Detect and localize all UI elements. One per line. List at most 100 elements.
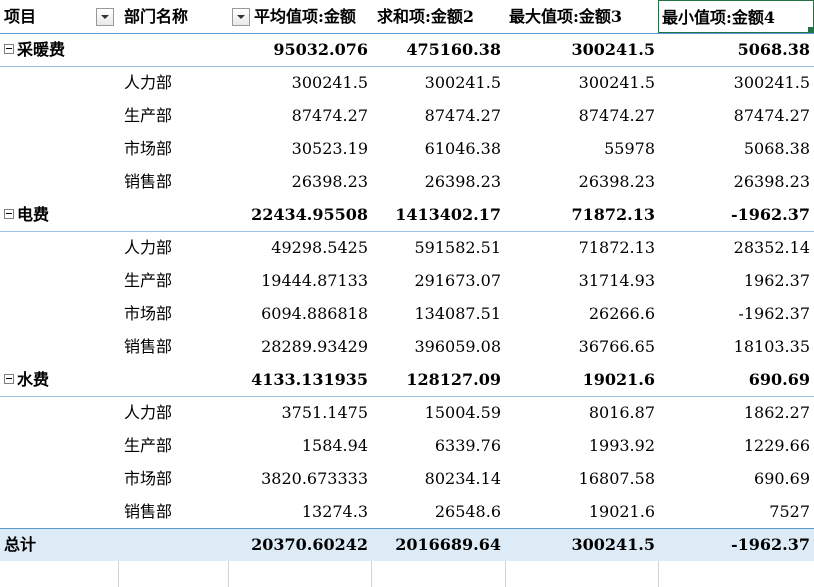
item-cell[interactable] — [0, 396, 118, 429]
header-sum[interactable]: 求和项:金额2 — [371, 0, 505, 33]
min-cell[interactable]: 1229.66 — [658, 429, 814, 462]
min-cell[interactable]: 690.69 — [658, 462, 814, 495]
item-cell[interactable] — [0, 99, 118, 132]
min-cell[interactable]: 7527 — [658, 495, 814, 528]
dept-cell[interactable]: 市场部 — [118, 132, 228, 165]
sum-cell[interactable]: 26548.6 — [371, 495, 505, 528]
item-cell[interactable] — [0, 495, 118, 528]
avg-cell[interactable]: 6094.886818 — [228, 297, 371, 330]
avg-cell[interactable]: 49298.5425 — [228, 231, 371, 264]
item-cell[interactable]: 采暖费 — [0, 33, 118, 66]
dept-cell[interactable]: 人力部 — [118, 66, 228, 99]
sum-cell[interactable]: 396059.08 — [371, 330, 505, 363]
avg-cell[interactable]: 13274.3 — [228, 495, 371, 528]
dept-cell[interactable]: 市场部 — [118, 462, 228, 495]
dept-cell[interactable]: 人力部 — [118, 231, 228, 264]
dept-cell[interactable]: 生产部 — [118, 429, 228, 462]
dept-cell[interactable] — [118, 363, 228, 396]
min-cell[interactable]: 87474.27 — [658, 99, 814, 132]
sum-cell[interactable]: 26398.23 — [371, 165, 505, 198]
avg-cell[interactable]: 3820.673333 — [228, 462, 371, 495]
dept-cell[interactable]: 销售部 — [118, 165, 228, 198]
item-cell[interactable] — [0, 231, 118, 264]
avg-cell[interactable]: 28289.93429 — [228, 330, 371, 363]
dept-cell[interactable] — [118, 198, 228, 231]
total-max[interactable]: 300241.5 — [505, 528, 658, 561]
total-sum[interactable]: 2016689.64 — [371, 528, 505, 561]
sum-cell[interactable]: 134087.51 — [371, 297, 505, 330]
sum-cell[interactable]: 591582.51 — [371, 231, 505, 264]
total-min[interactable]: -1962.37 — [658, 528, 814, 561]
filter-dropdown-icon-item[interactable] — [96, 8, 114, 26]
item-cell[interactable]: 水费 — [0, 363, 118, 396]
item-cell[interactable] — [0, 264, 118, 297]
item-cell[interactable] — [0, 330, 118, 363]
max-cell[interactable]: 87474.27 — [505, 99, 658, 132]
min-cell[interactable]: 300241.5 — [658, 66, 814, 99]
avg-cell[interactable]: 22434.95508 — [228, 198, 371, 231]
min-cell[interactable]: 5068.38 — [658, 132, 814, 165]
header-max[interactable]: 最大值项:金额3 — [505, 0, 658, 33]
max-cell[interactable]: 36766.65 — [505, 330, 658, 363]
sum-cell[interactable]: 128127.09 — [371, 363, 505, 396]
avg-cell[interactable]: 19444.87133 — [228, 264, 371, 297]
avg-cell[interactable]: 87474.27 — [228, 99, 371, 132]
sum-cell[interactable]: 1413402.17 — [371, 198, 505, 231]
sum-cell[interactable]: 87474.27 — [371, 99, 505, 132]
dept-cell[interactable]: 人力部 — [118, 396, 228, 429]
min-cell[interactable]: 18103.35 — [658, 330, 814, 363]
collapse-toggle-icon[interactable] — [4, 43, 14, 54]
collapse-toggle-icon[interactable] — [4, 373, 14, 384]
filter-dropdown-icon-dept[interactable] — [232, 7, 250, 26]
min-cell[interactable]: 690.69 — [658, 363, 814, 396]
header-avg[interactable]: 平均值项:金额 — [228, 0, 371, 33]
min-cell[interactable]: -1962.37 — [658, 297, 814, 330]
sum-cell[interactable]: 80234.14 — [371, 462, 505, 495]
dept-cell[interactable]: 市场部 — [118, 297, 228, 330]
item-cell[interactable] — [0, 297, 118, 330]
avg-cell[interactable]: 4133.131935 — [228, 363, 371, 396]
item-cell[interactable] — [0, 66, 118, 99]
min-cell[interactable]: -1962.37 — [658, 198, 814, 231]
min-cell[interactable]: 28352.14 — [658, 231, 814, 264]
dept-cell[interactable]: 生产部 — [118, 99, 228, 132]
sum-cell[interactable]: 61046.38 — [371, 132, 505, 165]
max-cell[interactable]: 31714.93 — [505, 264, 658, 297]
header-dept[interactable]: 部门名称 — [118, 0, 228, 33]
item-cell[interactable] — [0, 165, 118, 198]
sum-cell[interactable]: 6339.76 — [371, 429, 505, 462]
max-cell[interactable]: 300241.5 — [505, 33, 658, 66]
max-cell[interactable]: 55978 — [505, 132, 658, 165]
dept-cell[interactable]: 销售部 — [118, 495, 228, 528]
avg-cell[interactable]: 1584.94 — [228, 429, 371, 462]
sum-cell[interactable]: 475160.38 — [371, 33, 505, 66]
item-cell[interactable]: 电费 — [0, 198, 118, 231]
collapse-toggle-icon[interactable] — [4, 208, 14, 219]
avg-cell[interactable]: 95032.076 — [228, 33, 371, 66]
total-label[interactable]: 总计 — [0, 528, 118, 561]
dept-cell[interactable] — [118, 33, 228, 66]
max-cell[interactable]: 71872.13 — [505, 231, 658, 264]
min-cell[interactable]: 5068.38 — [658, 33, 814, 66]
max-cell[interactable]: 26266.6 — [505, 297, 658, 330]
dept-cell[interactable]: 销售部 — [118, 330, 228, 363]
max-cell[interactable]: 71872.13 — [505, 198, 658, 231]
item-cell[interactable] — [0, 132, 118, 165]
dept-cell[interactable]: 生产部 — [118, 264, 228, 297]
avg-cell[interactable]: 3751.1475 — [228, 396, 371, 429]
max-cell[interactable]: 8016.87 — [505, 396, 658, 429]
max-cell[interactable]: 16807.58 — [505, 462, 658, 495]
avg-cell[interactable]: 30523.19 — [228, 132, 371, 165]
item-cell[interactable] — [0, 429, 118, 462]
sum-cell[interactable]: 291673.07 — [371, 264, 505, 297]
min-cell[interactable]: 1862.27 — [658, 396, 814, 429]
avg-cell[interactable]: 26398.23 — [228, 165, 371, 198]
avg-cell[interactable]: 300241.5 — [228, 66, 371, 99]
min-cell[interactable]: 1962.37 — [658, 264, 814, 297]
max-cell[interactable]: 1993.92 — [505, 429, 658, 462]
sum-cell[interactable]: 15004.59 — [371, 396, 505, 429]
header-min-selected-cell[interactable]: 最小值项:金额4 — [658, 0, 814, 33]
max-cell[interactable]: 300241.5 — [505, 66, 658, 99]
sum-cell[interactable]: 300241.5 — [371, 66, 505, 99]
max-cell[interactable]: 19021.6 — [505, 495, 658, 528]
